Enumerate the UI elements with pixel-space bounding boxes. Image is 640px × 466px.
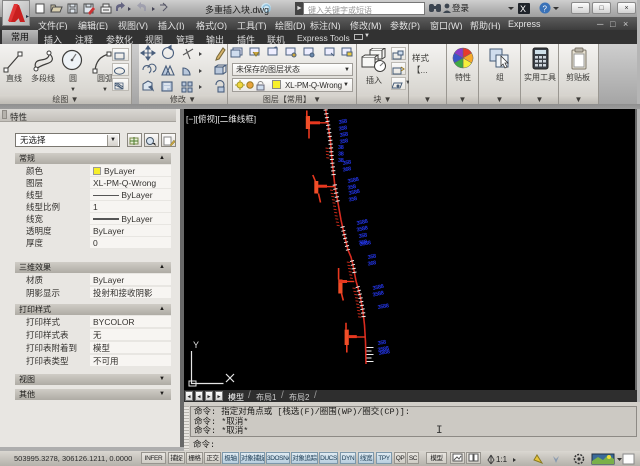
svg-text:1:1: 1:1 [496, 455, 508, 464]
svg-text:358: 358 [348, 196, 358, 204]
svg-text:3588: 3588 [356, 225, 368, 233]
svg-text:38: 38 [338, 145, 344, 151]
svg-text:368: 368 [367, 260, 376, 267]
svg-text:X: X [520, 4, 526, 14]
svg-text:368: 368 [342, 166, 351, 173]
svg-text:3588: 3588 [377, 303, 389, 311]
svg-text:3588: 3588 [372, 290, 384, 298]
svg-text:3888: 3888 [378, 349, 390, 357]
svg-text:38: 38 [338, 152, 344, 158]
svg-text:Y: Y [193, 340, 199, 350]
svg-text:3588: 3588 [359, 240, 371, 248]
svg-text:?: ? [543, 5, 548, 14]
svg-text:登录: 登录 [452, 3, 470, 13]
